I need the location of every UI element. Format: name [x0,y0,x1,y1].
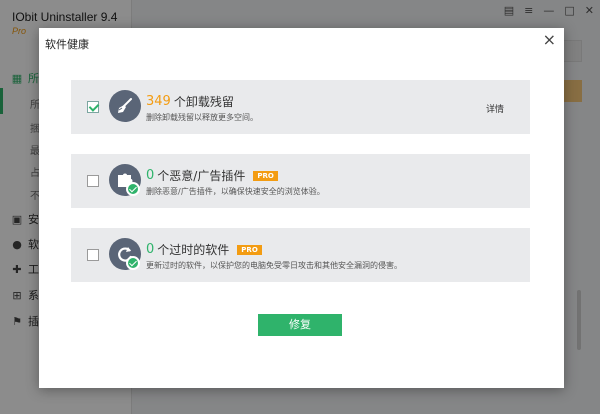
leftovers-headline: 个卸载残留 [173,95,234,109]
outdated-software-description: 更新过时的软件，以保护您的电脑免受零日攻击和其他安全漏洞的侵害。 [146,261,402,270]
outdated-software-card: 0 个过时的软件 PRO 更新过时的软件，以保护您的电脑免受零日攻击和其他安全漏… [71,228,530,282]
leftovers-count: 349 [146,94,171,109]
malicious-plugins-description: 删除恶意/广告插件，以确保快速安全的浏览体验。 [146,187,325,196]
check-badge-icon [126,182,140,196]
dialog-title: 软件健康 [45,38,89,51]
outdated-software-checkbox[interactable] [87,249,99,261]
leftovers-description: 删除卸载残留以释放更多空间。 [146,113,258,122]
pro-badge: PRO [253,170,278,181]
details-link[interactable]: 详情 [486,102,504,115]
broom-icon [109,90,141,122]
outdated-software-headline: 个过时的软件 [157,243,230,257]
software-health-dialog: 软件健康 × 349 个卸载残留 删除卸载残留以释放更多空间。 详情 0 个恶意… [39,28,564,388]
outdated-software-count: 0 [146,242,155,257]
malicious-plugins-count: 0 [146,168,155,183]
malicious-plugins-headline: 个恶意/广告插件 [157,169,246,183]
fix-button[interactable]: 修复 [258,314,342,336]
check-badge-icon [126,256,140,270]
pro-badge: PRO [237,244,262,255]
close-icon[interactable]: × [543,32,556,48]
malicious-plugins-card: 0 个恶意/广告插件 PRO 删除恶意/广告插件，以确保快速安全的浏览体验。 [71,154,530,208]
leftovers-checkbox[interactable] [87,101,99,113]
leftovers-card: 349 个卸载残留 删除卸载残留以释放更多空间。 详情 [71,80,530,134]
malicious-plugins-checkbox[interactable] [87,175,99,187]
